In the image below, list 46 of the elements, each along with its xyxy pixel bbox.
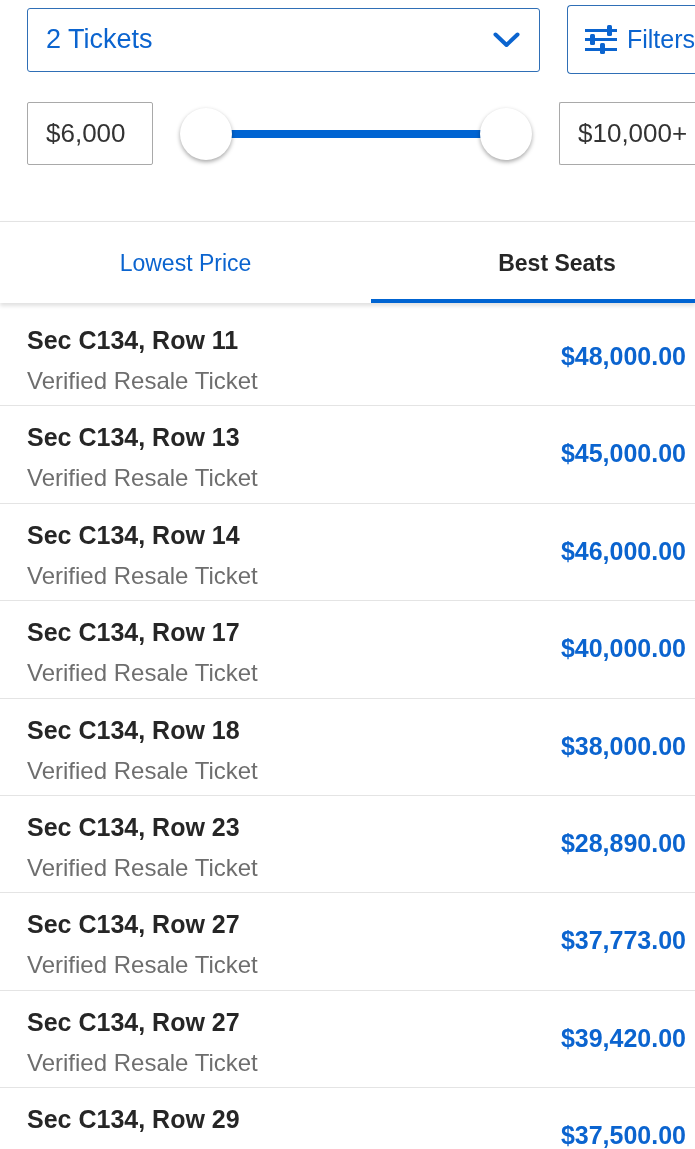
listing-row[interactable]: Sec C134, Row 17 Verified Resale Ticket $40,000.00 [0, 601, 695, 699]
listing-row[interactable]: Sec C134, Row 11 Verified Resale Ticket $48,000.00 [0, 309, 695, 407]
ticket-price: $28,890.00 [560, 829, 686, 856]
listing-row[interactable]: Sec C134, Row 14 Verified Resale Ticket $46,000.00 [0, 503, 695, 602]
slider-thumb[interactable] [480, 107, 532, 160]
ticket-price: $37,773.00 [560, 927, 686, 954]
ticket-price: $46,000.00 [560, 537, 686, 564]
seat-location: Sec C134, Row 23 [27, 812, 241, 841]
min-price-field[interactable]: $6,000 [27, 102, 153, 165]
seat-location: Sec C134, Row 14 [27, 520, 241, 549]
seat-location: Sec C134, Row 18 [27, 715, 241, 744]
listing-row[interactable]: Sec C134, Row 29 $37,500.00 [0, 1088, 695, 1149]
listing-row[interactable]: Sec C134, Row 27 Verified Resale Ticket $37,773.00 [0, 893, 695, 991]
ticket-type: Verified Resale Ticket [27, 951, 258, 980]
ticket-type: Verified Resale Ticket [27, 464, 258, 493]
max-price-field[interactable]: $10,000+ [559, 102, 695, 165]
sort-tab[interactable]: Best Seats [371, 222, 695, 303]
ticket-type: Verified Resale Ticket [27, 561, 258, 590]
sort-tab[interactable]: Lowest Price [0, 222, 371, 303]
seat-location: Sec C134, Row 13 [27, 423, 241, 452]
seat-location: Sec C134, Row 17 [27, 618, 241, 647]
ticket-price: $45,000.00 [560, 440, 686, 467]
ticket-type: Verified Resale Ticket [27, 853, 258, 882]
ticket-price: $39,420.00 [560, 1024, 686, 1051]
chevron-down-icon [492, 31, 520, 48]
ticket-price: $48,000.00 [560, 343, 686, 369]
ticket-price: $40,000.00 [560, 635, 686, 662]
ticket-type: Verified Resale Ticket [27, 1048, 258, 1077]
ticket-type: Verified Resale Ticket [27, 659, 258, 688]
listing-row[interactable]: Sec C134, Row 18 Verified Resale Ticket $38,000.00 [0, 698, 695, 796]
listing-row[interactable]: Sec C134, Row 13 Verified Resale Ticket $45,000.00 [0, 406, 695, 504]
ticket-price: $37,500.00 [560, 1122, 686, 1149]
price-range-slider[interactable] [180, 106, 532, 161]
seat-location: Sec C134, Row 11 [27, 326, 240, 354]
listing-row[interactable]: Sec C134, Row 23 Verified Resale Ticket $28,890.00 [0, 795, 695, 894]
listing-row[interactable]: Sec C134, Row 27 Verified Resale Ticket $39,420.00 [0, 990, 695, 1089]
ticket-price: $38,000.00 [560, 732, 686, 759]
slider-thumb[interactable] [180, 107, 232, 160]
ticket-type: Verified Resale Ticket [27, 756, 258, 785]
ticket-type: Verified Resale Ticket [27, 367, 258, 395]
seat-location: Sec C134, Row 27 [27, 910, 241, 939]
filters-button[interactable]: Filters [566, 5, 695, 74]
sliders-icon [584, 25, 617, 54]
ticket-quantity-dropdown[interactable]: 2 Tickets [27, 7, 540, 72]
seat-location: Sec C134, Row 29 [27, 1105, 240, 1134]
seat-location: Sec C134, Row 27 [27, 1007, 241, 1036]
